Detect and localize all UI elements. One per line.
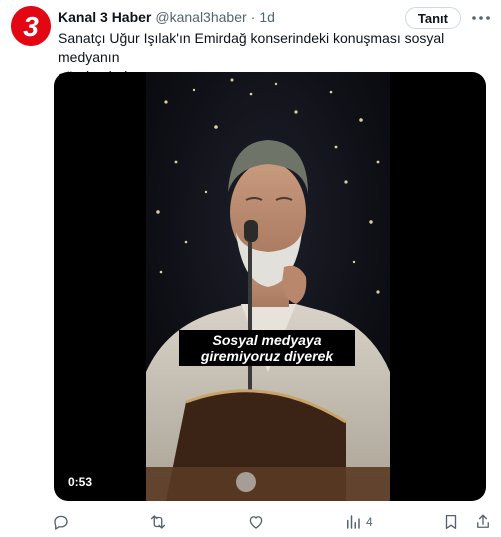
reply-button[interactable]: [52, 512, 70, 532]
video-frame: [146, 72, 390, 501]
action-bar: 4: [52, 512, 492, 532]
share-icon: [477, 514, 489, 528]
handle[interactable]: @kanal3haber: [155, 9, 246, 25]
display-name[interactable]: Kanal 3 Haber: [58, 9, 151, 25]
video-subtitle: Sosyal medyaya giremiyoruz diyerek: [179, 330, 355, 366]
avatar[interactable]: 3: [11, 6, 51, 46]
tweet[interactable]: 3 Kanal 3 Haber @kanal3haber · 1d Tanıt …: [0, 0, 501, 537]
reply-icon: [54, 515, 68, 530]
video-player[interactable]: Sosyal medyaya giremiyoruz diyerek 0:53: [54, 72, 486, 501]
video-thumbnail-image: [146, 72, 390, 501]
bookmark-button[interactable]: [442, 512, 460, 532]
share-button[interactable]: [474, 512, 492, 532]
timestamp[interactable]: 1d: [259, 9, 275, 25]
views-count: 4: [366, 515, 373, 529]
more-options-icon[interactable]: [471, 9, 491, 27]
views-button[interactable]: 4: [344, 512, 373, 532]
video-duration: 0:53: [68, 475, 93, 489]
like-button[interactable]: [247, 512, 265, 532]
kanal3-logo-icon: 3: [11, 6, 51, 46]
bookmark-icon: [445, 514, 457, 530]
avatar-text: 3: [23, 11, 39, 42]
like-icon: [249, 516, 263, 529]
retweet-icon: [150, 515, 166, 529]
separator-dot: ·: [250, 9, 256, 25]
retweet-button[interactable]: [149, 512, 167, 532]
follow-button[interactable]: Tanıt: [404, 7, 461, 29]
views-icon: [347, 515, 360, 529]
